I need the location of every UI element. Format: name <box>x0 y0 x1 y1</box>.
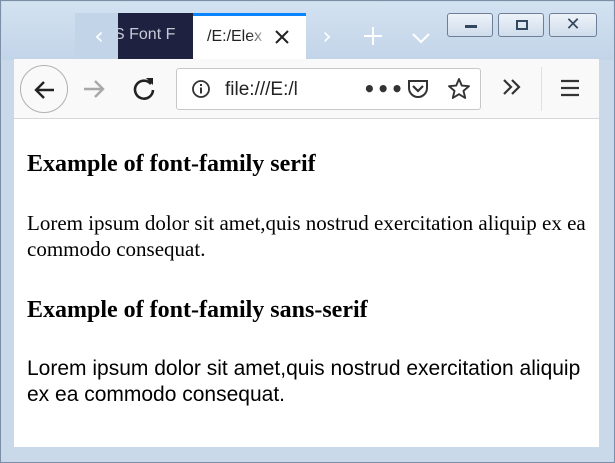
maximize-icon <box>516 20 528 30</box>
back-button[interactable] <box>20 65 68 113</box>
maximize-button[interactable] <box>498 13 544 37</box>
arrow-left-icon <box>34 81 54 99</box>
double-chevron-icon[interactable] <box>500 75 524 99</box>
star-icon[interactable] <box>447 77 471 101</box>
paragraph-sans-serif: Lorem ipsum dolor sit amet,quis nostrud … <box>27 357 581 406</box>
page-content: Example of font-family serif Lorem ipsum… <box>14 119 599 447</box>
tab-title: S Font F <box>118 26 176 43</box>
reload-icon[interactable] <box>130 75 158 103</box>
arrow-right-icon[interactable] <box>80 75 108 103</box>
hamburger-icon[interactable] <box>559 78 581 98</box>
tab-active[interactable]: /E:/Elex <box>193 13 306 60</box>
chevron-down-icon[interactable] <box>407 21 435 51</box>
ellipsis-icon[interactable]: ••• <box>363 79 404 99</box>
info-icon[interactable] <box>191 79 211 99</box>
plus-icon[interactable] <box>359 21 387 51</box>
paragraph-serif: Lorem ipsum dolor sit amet,quis nostrud … <box>27 211 586 261</box>
navigation-toolbar: file:///E:/l ••• <box>14 59 599 119</box>
close-icon: ✕ <box>565 14 581 35</box>
minimize-icon <box>465 25 477 28</box>
pocket-icon[interactable] <box>406 78 430 100</box>
heading-serif: Example of font-family serif <box>27 151 316 177</box>
chevron-right-icon[interactable]: › <box>313 21 341 51</box>
toolbar-separator <box>541 67 542 111</box>
chevron-left-icon[interactable]: ‹ <box>87 21 111 51</box>
close-icon[interactable] <box>271 24 293 50</box>
url-bar[interactable]: file:///E:/l ••• <box>176 68 481 110</box>
heading-sans-serif: Example of font-family sans-serif <box>27 297 368 323</box>
close-window-button[interactable]: ✕ <box>549 13 597 37</box>
minimize-button[interactable] <box>447 13 493 37</box>
tab-inactive[interactable]: S Font F <box>118 13 193 59</box>
